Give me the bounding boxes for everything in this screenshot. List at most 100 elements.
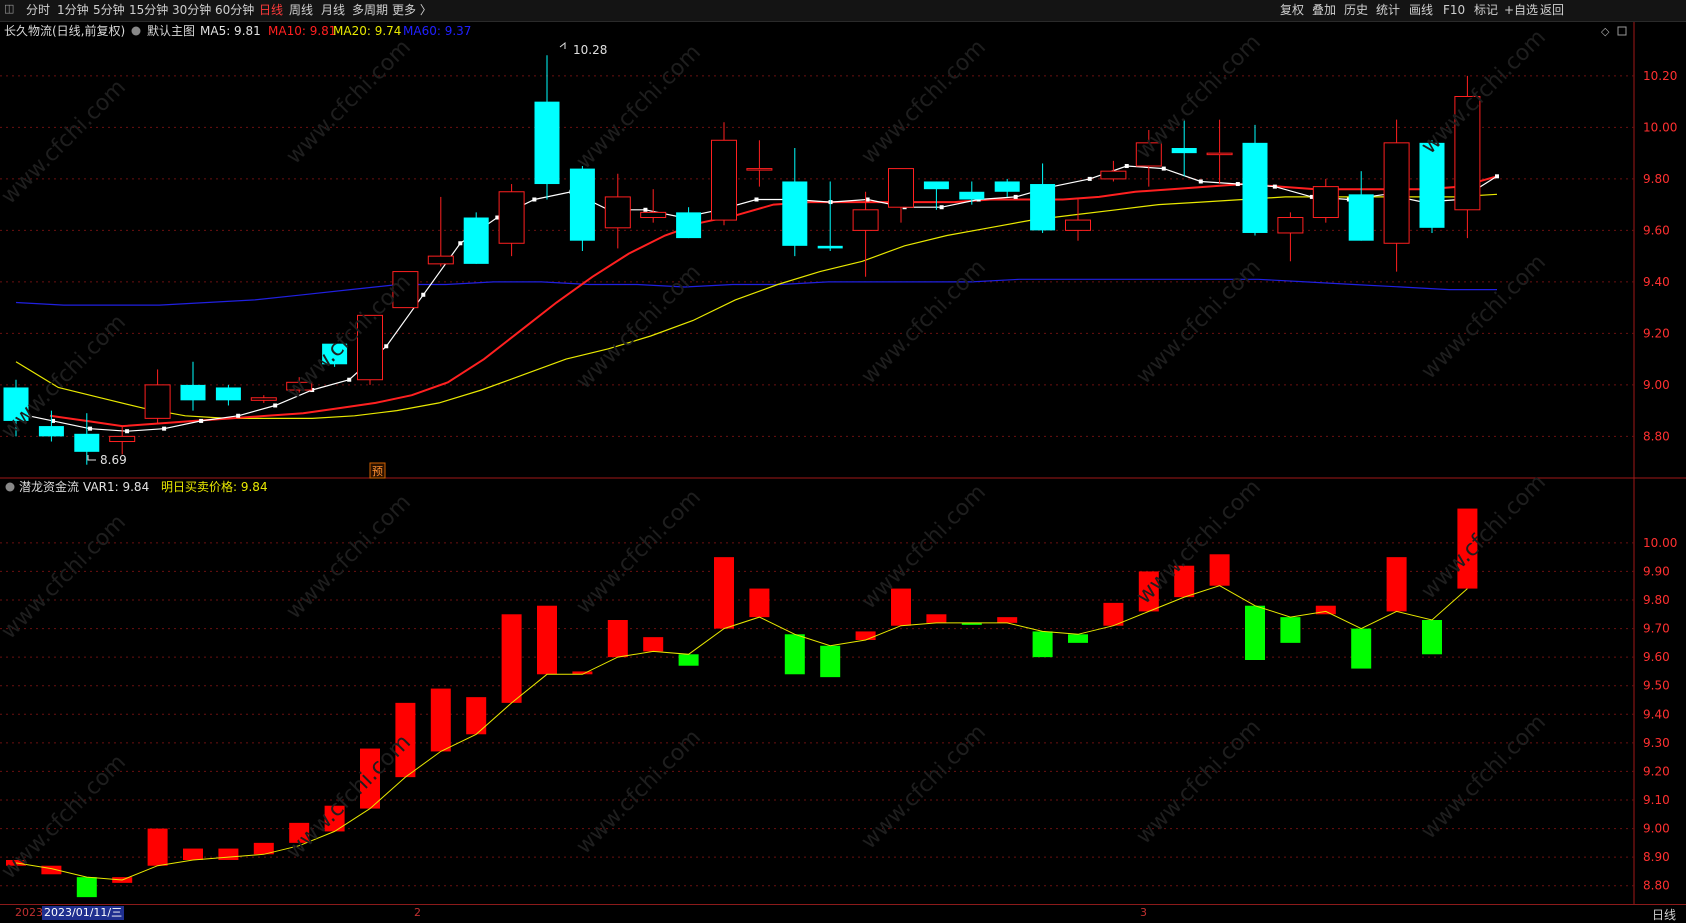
flow-bar-down — [1068, 634, 1088, 643]
sub-indicator-bars — [6, 508, 1478, 898]
candle-body-down — [215, 387, 241, 401]
flow-bar-up — [537, 605, 557, 675]
year-label: 2023 — [15, 906, 43, 919]
watermark: www.cfchi.com — [0, 75, 131, 209]
kline-chart[interactable]: 10.20 10.00 9.80 9.60 9.40 9.20 9.00 8.80 10.00 9… — [0, 0, 1686, 904]
flow-bar-up — [1103, 602, 1124, 626]
cursor-date: 2023/01/11/三 — [42, 906, 125, 920]
main-y-tick: 9.60 — [1643, 223, 1670, 237]
low-marker — [87, 455, 96, 461]
candle-body-down — [676, 212, 702, 239]
ma5-dot — [865, 197, 870, 202]
main-y-tick: 10.20 — [1643, 69, 1677, 83]
diamond-icon[interactable]: ◇ — [1601, 25, 1610, 38]
flow-bar-up — [430, 688, 451, 752]
ma5-dot — [754, 197, 759, 202]
sub-y-tick: 9.40 — [1643, 707, 1670, 721]
watermark: www.cfchi.com — [572, 485, 706, 619]
candle-body-up — [109, 435, 136, 443]
ma5-dot — [939, 205, 944, 210]
ma10-line — [49, 175, 1498, 428]
ma5-dot — [162, 426, 167, 431]
stock-label: 长久物流(日线,前复权) — [4, 23, 125, 38]
watermark: www.cfchi.com — [1417, 470, 1551, 604]
watermark: www.cfchi.com — [572, 725, 706, 859]
watermark: www.cfchi.com — [857, 480, 991, 614]
watermark: www.cfchi.com — [1417, 25, 1551, 159]
flow-bar-up — [926, 614, 947, 623]
watermark: www.cfchi.com — [857, 720, 991, 854]
indicator-name[interactable]: 潜龙资金流 — [19, 479, 79, 494]
chart-name[interactable]: 默认主图 — [147, 23, 195, 38]
ma5-dot — [1161, 166, 1166, 171]
ma20-label: MA20: 9.74 — [333, 24, 401, 38]
flow-bar-down — [1422, 620, 1442, 655]
watermark: www.cfchi.com — [572, 260, 706, 394]
sub-y-tick: 8.90 — [1643, 850, 1670, 864]
ma5-dot — [421, 292, 426, 297]
month-mark-feb: 2 — [414, 906, 421, 919]
flow-bar-up — [714, 557, 734, 629]
flow-bar-down — [820, 645, 841, 678]
ma5-label: MA5: 9.81 — [200, 24, 261, 38]
flow-bar-down — [1280, 617, 1301, 643]
flow-bar-up — [749, 588, 770, 618]
flow-bar-up — [643, 637, 664, 652]
candle-body-down — [38, 426, 64, 437]
month-mark-mar: 3 — [1140, 906, 1147, 919]
flow-bar-up — [855, 631, 876, 640]
candle-body-down — [782, 181, 808, 246]
watermark: www.cfchi.com — [0, 510, 131, 644]
flow-bar-up — [501, 614, 522, 703]
candle-body-up — [144, 384, 171, 419]
expand-icon[interactable] — [1617, 26, 1627, 36]
price-forecast-label: 明日买卖价格: 9.84 — [161, 479, 268, 494]
period-tag[interactable]: 日线 — [1652, 906, 1676, 923]
sub-y-tick: 9.90 — [1643, 564, 1670, 578]
flow-bar-up — [997, 617, 1018, 623]
main-y-tick: 9.80 — [1643, 172, 1670, 186]
sub-y-tick: 9.20 — [1643, 764, 1670, 778]
ma5-dot — [384, 344, 389, 349]
candle-body-down — [959, 191, 985, 200]
high-price-label: 10.28 — [573, 43, 607, 57]
indicator-settings-icon[interactable] — [5, 482, 15, 492]
settings-icon[interactable] — [131, 26, 141, 36]
sub-y-tick: 9.50 — [1643, 679, 1670, 693]
flow-bar-down — [784, 634, 805, 675]
flow-bar-up — [607, 620, 628, 658]
candlesticks — [3, 55, 1481, 465]
ma5-dot — [532, 197, 537, 202]
candle-body-up — [427, 255, 454, 265]
ma5-dot — [88, 426, 93, 431]
ma5-dot — [1198, 179, 1203, 184]
candle-body-up — [1312, 186, 1339, 219]
ma5-dot — [347, 377, 352, 382]
watermark: www.cfchi.com — [857, 35, 991, 169]
ma5-dot — [273, 403, 278, 408]
watermark: www.cfchi.com — [0, 750, 131, 884]
sub-y-tick: 9.00 — [1643, 822, 1670, 836]
ma5-dot — [1495, 174, 1499, 179]
candle-body-down — [74, 433, 100, 452]
candle-body-up — [1100, 170, 1127, 180]
ma5-dot — [1235, 182, 1240, 187]
sub-y-tick: 9.30 — [1643, 736, 1670, 750]
sub-y-tick: 9.80 — [1643, 593, 1670, 607]
sub-y-tick: 9.60 — [1643, 650, 1670, 664]
flow-bar-down — [1245, 605, 1265, 660]
candle-body-down — [1030, 184, 1056, 231]
forecast-badge-text: 预 — [372, 465, 383, 478]
low-price-label: 8.69 — [100, 453, 127, 467]
flow-bar-down — [76, 877, 97, 898]
ma5-dot — [1013, 194, 1018, 199]
ma5-dot — [125, 429, 130, 434]
candle-body-up — [250, 397, 277, 401]
candle-body-down — [463, 217, 489, 264]
candle-body-up — [1383, 142, 1410, 244]
sub-y-tick: 8.80 — [1643, 879, 1670, 893]
watermark: www.cfchi.com — [1132, 475, 1266, 609]
candle-body-down — [1171, 147, 1197, 154]
var1-label: VAR1: 9.84 — [83, 480, 149, 494]
candle-body-up — [852, 209, 879, 231]
